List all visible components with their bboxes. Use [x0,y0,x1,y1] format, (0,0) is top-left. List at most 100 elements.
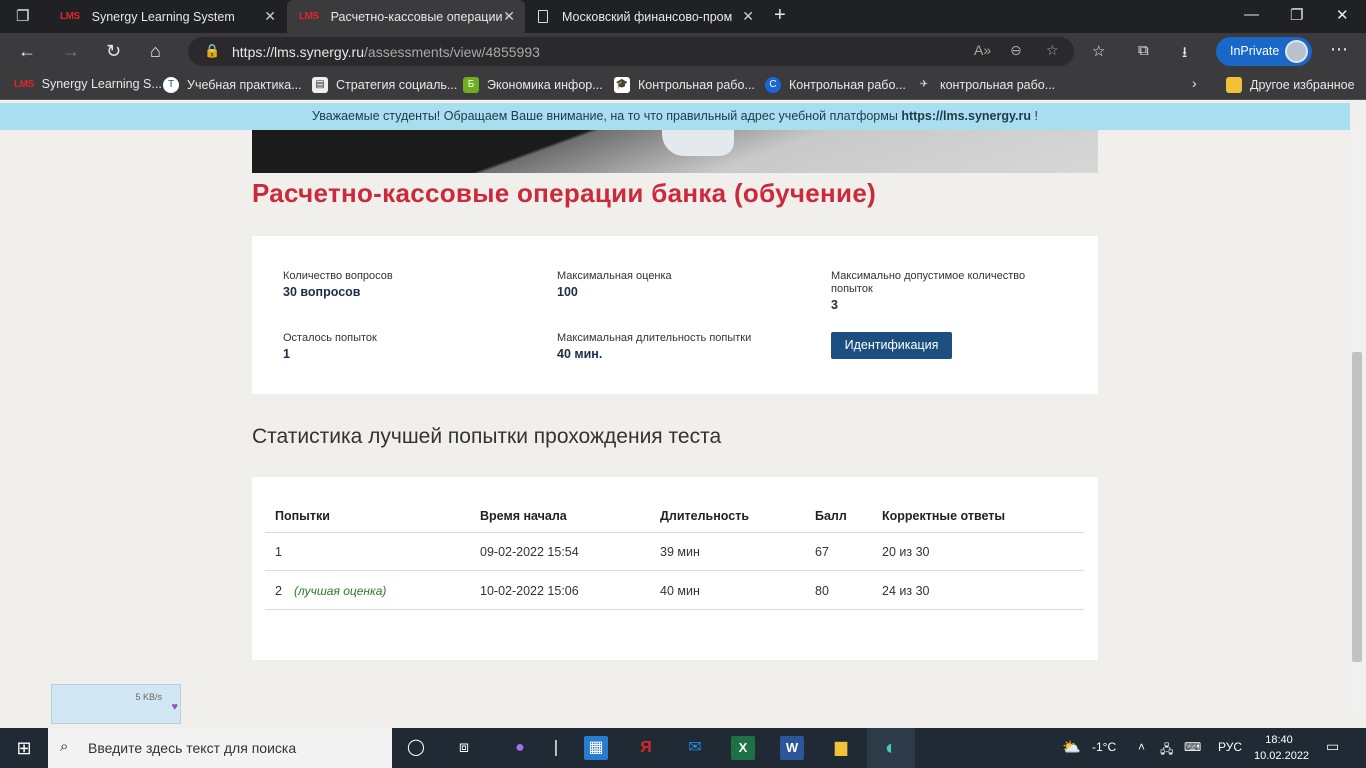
word-icon[interactable]: W [780,736,804,760]
language-indicator[interactable]: РУС [1218,740,1242,754]
clock[interactable]: 18:40 10.02.2022 [1254,732,1310,764]
col-header-correct: Корректные ответы [882,509,1006,523]
url-host: https://lms.synergy.ru [232,44,365,60]
course-banner-image [252,130,1098,173]
fav-other[interactable]: Другое избранное [1226,77,1355,93]
stats-title: Статистика лучшей попытки прохождения те… [252,425,722,448]
clock-date: 10.02.2022 [1254,750,1310,762]
fav-item[interactable]: Б Экономика инфор... [463,77,603,93]
cell-score: 67 [815,545,829,559]
file-explorer-icon[interactable]: ▆ [829,736,853,760]
search-icon: ⌕ [60,738,69,755]
notice-suffix: ! [1034,109,1038,123]
inprivate-button[interactable]: InPrivate [1216,37,1312,66]
cell-start: 10-02-2022 15:06 [480,584,579,598]
new-tab-icon[interactable]: + [774,4,786,27]
identification-button[interactable]: Идентификация [831,332,952,359]
collections-icon[interactable]: ⧉ [1138,42,1149,59]
mail-icon[interactable]: ✉ [683,736,707,760]
windows-start-icon[interactable]: ⊞ [12,736,36,760]
url-field[interactable]: 🔒 https://lms.synergy.ru/assessments/vie… [188,37,1074,66]
close-icon[interactable]: ✕ [264,8,276,25]
excel-icon[interactable]: X [731,736,755,760]
favorites-bar: LMS Synergy Learning S... T Учебная практи… [0,70,1366,100]
col-header-score: Балл [815,509,847,523]
test-info-card [252,236,1098,394]
max-attempts-value: 3 [831,298,838,312]
heart-icon: ♥ [171,701,178,713]
refresh-icon[interactable]: ↻ [106,41,121,62]
window-close-icon[interactable]: ✕ [1336,6,1349,24]
tab-rko-active[interactable]: LMS Расчетно-кассовые операции б ✕ [287,0,525,33]
taskbar-search[interactable]: ⌕ Введите здесь текст для поиска [48,728,392,768]
minimize-icon[interactable]: — [1244,6,1259,23]
lms-logo: LMS [14,78,34,90]
best-score-note: (лучшая оценка) [294,584,387,598]
cell-start: 09-02-2022 15:54 [480,545,579,559]
network-icon[interactable]: 🖧 [1160,740,1173,761]
forward-icon[interactable]: → [62,41,80,62]
scrollbar-thumb[interactable] [1352,352,1362,662]
read-aloud-icon[interactable]: A» [974,42,991,58]
cortana-icon[interactable]: ◯ [404,736,428,760]
tab-synergy[interactable]: LMS Synergy Learning System ✕ [48,0,286,33]
add-favorite-icon[interactable]: ☆ [1046,42,1059,59]
c-icon: C [765,77,781,93]
cell-score: 80 [815,584,829,598]
downloads-icon[interactable]: ⭳ [1182,42,1187,67]
keyboard-icon[interactable]: ⌨ [1184,740,1201,754]
tab-actions-icon[interactable]: ❐ [16,7,29,25]
notice-link[interactable]: https://lms.synergy.ru [901,109,1031,123]
tab-mfpu[interactable]: Московский финансово-промь ✕ [526,0,764,33]
notice-text: Уважаемые студенты! Обращаем Ваше вниман… [312,109,898,123]
chevron-right-icon[interactable]: › [1192,75,1197,91]
tab-bar: ❐ LMS Synergy Learning System ✕ LMS Расч… [0,0,1366,33]
document-icon: ▤ [312,77,328,93]
weather-temp[interactable]: -1°C [1092,740,1116,754]
favorites-icon[interactable]: ☆ [1092,42,1105,60]
questions-label: Количество вопросов [283,270,393,282]
restore-icon[interactable]: ❐ [1290,6,1303,24]
store-icon[interactable]: ▦ [584,736,608,760]
lms-logo: LMS [60,11,80,22]
col-header-attempts: Попытки [275,509,330,523]
col-header-start: Время начала [480,509,567,523]
folder-icon [1226,77,1242,93]
url-text: https://lms.synergy.ru/assessments/view/… [232,44,540,60]
tab-title: Synergy Learning System [91,9,235,24]
close-icon[interactable]: ✕ [742,8,754,25]
attempts-left-label: Осталось попыток [283,332,377,344]
cell-correct: 24 из 30 [882,584,930,598]
fav-label: Учебная практика... [187,78,302,92]
edge-icon[interactable]: ◐ [879,736,903,760]
fav-label: Контрольная рабо... [638,78,755,92]
close-icon[interactable]: ✕ [503,8,515,25]
fav-item[interactable]: T Учебная практика... [163,77,302,93]
weather-icon[interactable]: ⛅ [1062,738,1081,756]
notice-banner: Уважаемые студенты! Обращаем Ваше вниман… [0,103,1350,130]
cell-duration: 39 мин [660,545,700,559]
cell-correct: 20 из 30 [882,545,930,559]
fav-item[interactable]: ▤ Стратегия социаль... [312,77,457,93]
stats-card [252,477,1098,660]
bird-icon: ✈ [919,79,929,90]
fav-item[interactable]: ✈ контрольная рабо... [916,77,1055,93]
zoom-out-icon[interactable]: ⊖ [1010,42,1022,59]
fav-item[interactable]: LMS Synergy Learning S... [14,77,162,91]
lock-icon[interactable]: 🔒 [204,43,220,59]
home-icon[interactable]: ⌂ [150,41,161,62]
fav-label: контрольная рабо... [940,78,1056,92]
back-icon[interactable]: ← [18,41,36,62]
more-icon[interactable]: ⋯ [1330,39,1348,60]
address-bar: ← → ↻ ⌂ 🔒 https://lms.synergy.ru/assessm… [0,33,1366,70]
document-icon [538,10,548,23]
fav-item[interactable]: C Контрольная рабо... [765,77,906,93]
notifications-icon[interactable]: ▭ [1326,738,1339,755]
task-view-icon[interactable]: ⧈ [452,736,476,760]
alice-icon[interactable]: ● [508,736,532,760]
chevron-up-icon[interactable]: ˄ [1138,740,1145,754]
questions-value: 30 вопросов [283,285,361,299]
fav-item[interactable]: 🎓 Контрольная рабо... [614,77,755,93]
inprivate-label: InPrivate [1230,44,1280,58]
yandex-icon[interactable]: Я [634,736,658,760]
